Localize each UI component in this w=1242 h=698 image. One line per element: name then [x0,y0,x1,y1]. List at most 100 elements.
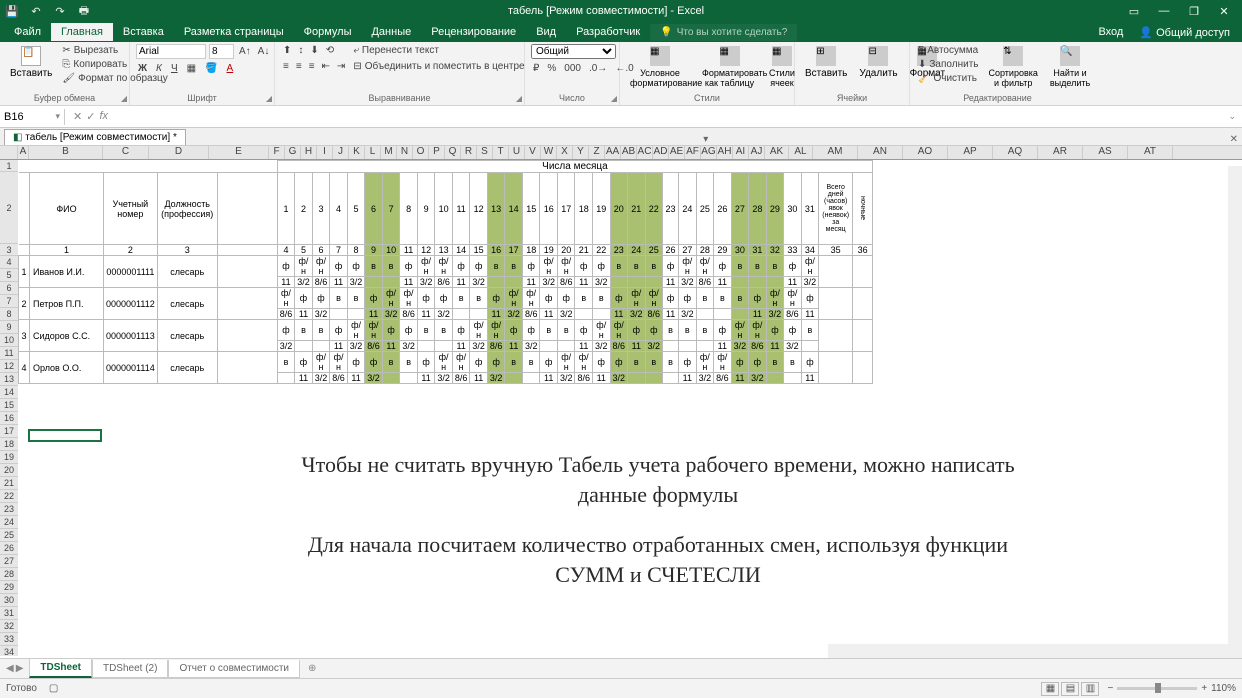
tab-view[interactable]: Вид [526,23,566,41]
zoom-slider[interactable] [1117,687,1197,690]
fill-button[interactable]: ⬇ Заполнить [916,58,980,71]
col-header[interactable]: AK [765,146,789,159]
row-header[interactable]: 3 [0,244,18,256]
zoom-in-icon[interactable]: + [1201,683,1207,694]
col-header[interactable]: U [509,146,525,159]
row-header[interactable]: 29 [0,581,18,594]
maximize-icon[interactable]: ❐ [1180,2,1208,20]
document-tab[interactable]: ◧ табель [Режим совместимости] * [4,129,186,145]
col-header[interactable]: AP [948,146,993,159]
comma-icon[interactable]: 000 [562,62,583,75]
view-page-layout-icon[interactable]: ▤ [1061,682,1079,696]
col-header[interactable]: AS [1083,146,1128,159]
view-page-break-icon[interactable]: ▥ [1081,682,1099,696]
row-header[interactable]: 32 [0,620,18,633]
sheet-nav-next-icon[interactable]: ▶ [16,663,24,674]
clipboard-dialog-icon[interactable]: ◢ [121,94,127,103]
indent-inc-icon[interactable]: ⇥ [335,60,347,73]
quickprint-icon[interactable]: 🖶 [76,3,92,19]
zoom-out-icon[interactable]: − [1107,683,1113,694]
col-header[interactable]: AH [717,146,733,159]
fill-color-button[interactable]: 🪣 [203,62,219,75]
paste-button[interactable]: 📋 Вставить [6,44,56,85]
row-header[interactable]: 7 [0,295,18,308]
row-header[interactable]: 34 [0,646,18,656]
share-button[interactable]: 👤 Общий доступ [1131,26,1238,39]
row-header[interactable]: 27 [0,555,18,568]
col-header[interactable]: AN [858,146,903,159]
align-left-icon[interactable]: ≡ [281,60,291,73]
row-header[interactable]: 23 [0,503,18,516]
col-header[interactable]: AF [685,146,701,159]
align-top-icon[interactable]: ⬆ [281,44,293,57]
col-header[interactable]: K [349,146,365,159]
row-header[interactable]: 30 [0,594,18,607]
autosum-button[interactable]: Σ Автосумма [916,44,980,57]
delete-cells-button[interactable]: ⊟Удалить [855,44,901,81]
row-header[interactable]: 4 [0,256,18,269]
row-header[interactable]: 16 [0,412,18,425]
col-header[interactable]: Z [589,146,605,159]
col-header[interactable]: AA [605,146,621,159]
redo-icon[interactable]: ↷ [52,3,68,19]
col-header[interactable]: F [269,146,285,159]
underline-button[interactable]: Ч [169,62,180,75]
col-header[interactable]: X [557,146,573,159]
col-header[interactable]: N [397,146,413,159]
name-box[interactable]: B16▾ [0,109,65,125]
orientation-icon[interactable]: ⟲ [324,44,336,57]
col-header[interactable]: V [525,146,541,159]
row-header[interactable]: 11 [0,347,18,360]
col-header[interactable]: AQ [993,146,1038,159]
col-header[interactable]: P [429,146,445,159]
inc-decimal-icon[interactable]: .0→ [587,62,609,75]
row-header[interactable]: 21 [0,477,18,490]
col-header[interactable]: H [301,146,317,159]
col-header[interactable]: A [18,146,29,159]
increase-font-icon[interactable]: A↑ [237,44,253,59]
row-header[interactable]: 14 [0,386,18,399]
tab-developer[interactable]: Разработчик [566,23,650,41]
col-header[interactable]: AD [653,146,669,159]
number-format[interactable]: Общий [531,44,616,59]
row-header[interactable]: 10 [0,334,18,347]
tab-data[interactable]: Данные [361,23,421,41]
vertical-scrollbar[interactable] [1228,166,1242,658]
border-button[interactable]: ▦ [185,62,198,75]
col-header[interactable]: AG [701,146,717,159]
row-header[interactable]: 17 [0,425,18,438]
tab-review[interactable]: Рецензирование [421,23,526,41]
row-header[interactable]: 6 [0,282,18,295]
row-header[interactable]: 25 [0,529,18,542]
font-size[interactable] [209,44,234,59]
fx-icon[interactable]: fx [99,110,108,123]
number-dialog-icon[interactable]: ◢ [611,94,617,103]
col-header[interactable]: AE [669,146,685,159]
font-color-button[interactable]: A [225,62,236,75]
minimize-icon[interactable]: — [1150,2,1178,20]
col-header[interactable]: Q [445,146,461,159]
add-sheet-icon[interactable]: ⊕ [300,660,324,677]
col-header[interactable]: S [477,146,493,159]
col-header[interactable]: B [29,146,103,159]
col-header[interactable]: J [333,146,349,159]
col-header[interactable]: I [317,146,333,159]
col-header[interactable]: G [285,146,301,159]
merge-center-button[interactable]: ⊟ Объединить и поместить в центре [351,60,526,73]
wrap-text-button[interactable]: ⤶ Перенести текст [351,44,526,57]
col-header[interactable]: E [209,146,269,159]
row-header[interactable]: 12 [0,360,18,373]
align-center-icon[interactable]: ≡ [294,60,304,73]
row-header[interactable]: 13 [0,373,18,386]
clear-button[interactable]: 🧹 Очистить [916,72,980,85]
col-header[interactable]: O [413,146,429,159]
col-header[interactable]: AB [621,146,637,159]
decrease-font-icon[interactable]: A↓ [256,44,272,59]
align-middle-icon[interactable]: ↕ [296,44,305,57]
enter-formula-icon[interactable]: ✓ [86,110,95,123]
align-right-icon[interactable]: ≡ [307,60,317,73]
currency-icon[interactable]: ₽ [531,62,541,75]
col-header[interactable]: AM [813,146,858,159]
save-icon[interactable]: 💾 [4,3,20,19]
tab-insert[interactable]: Вставка [113,23,174,41]
